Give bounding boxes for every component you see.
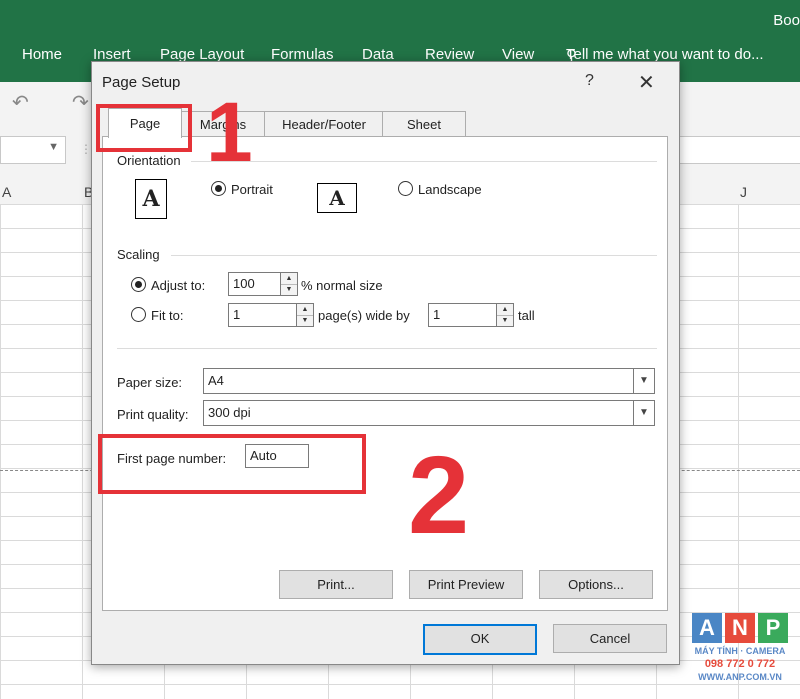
fit-wide-value: 1 [233, 307, 241, 322]
undo-icon[interactable]: ↶ [12, 90, 29, 115]
portrait-radio[interactable] [211, 181, 226, 196]
orientation-divider [191, 161, 657, 162]
step1-number: 1 [206, 85, 253, 179]
print-preview-button[interactable]: Print Preview [409, 570, 523, 599]
logo-phone: 098 772 0 772 [704, 658, 776, 670]
orientation-heading: Orientation [117, 153, 181, 168]
logo-tagline: MÁY TÍNH · CAMERA [694, 646, 786, 656]
fit-to-radio[interactable] [131, 307, 146, 322]
fit-to-label[interactable]: Fit to: [151, 308, 184, 323]
adjust-to-spinner[interactable]: 100 ▲ ▼ [228, 272, 298, 296]
tall-label: tall [518, 308, 535, 323]
print-quality-label: Print quality: [117, 407, 189, 422]
logo-letter-p: P [758, 613, 788, 643]
paper-size-select[interactable]: A4 ▼ [203, 368, 655, 394]
adjust-to-radio[interactable] [131, 277, 146, 292]
spin-down-icon[interactable]: ▼ [497, 315, 513, 326]
tab-home[interactable]: Home [22, 46, 62, 63]
chevron-down-icon[interactable]: ▼ [633, 369, 654, 393]
column-header-j[interactable]: J [740, 184, 747, 200]
ok-button[interactable]: OK [423, 624, 537, 655]
fit-tall-spin-buttons[interactable]: ▲ ▼ [496, 304, 513, 326]
redo-icon[interactable]: ↷ [72, 90, 89, 115]
name-box[interactable]: ▼ [0, 136, 66, 164]
fit-wide-spin-buttons[interactable]: ▲ ▼ [296, 304, 313, 326]
chevron-down-icon[interactable]: ▼ [48, 141, 59, 153]
portrait-label[interactable]: Portrait [231, 182, 273, 197]
window-title: Boo [773, 12, 800, 29]
normal-size-label: % normal size [301, 278, 383, 293]
close-icon[interactable]: ✕ [638, 70, 655, 95]
tab-page[interactable]: Page [108, 108, 182, 138]
step2-number: 2 [408, 434, 470, 557]
fit-wide-spinner[interactable]: 1 ▲ ▼ [228, 303, 314, 327]
scaling-divider [171, 255, 657, 256]
portrait-page-icon: A [135, 179, 167, 219]
options-button[interactable]: Options... [539, 570, 653, 599]
help-icon[interactable]: ? [585, 72, 594, 90]
scaling-heading: Scaling [117, 247, 160, 262]
adjust-to-value: 100 [233, 276, 255, 291]
landscape-radio[interactable] [398, 181, 413, 196]
landscape-page-icon: A [317, 183, 357, 213]
logo-website: WWW.ANP.COM.VN [698, 672, 782, 682]
page-tab-panel: Orientation A Portrait A Landscape Scali… [102, 136, 668, 611]
chevron-down-icon[interactable]: ▼ [633, 401, 654, 425]
step2-highlight-box [98, 434, 366, 494]
fit-tall-spinner[interactable]: 1 ▲ ▼ [428, 303, 514, 327]
dialog-title: Page Setup [102, 74, 181, 91]
print-quality-value: 300 dpi [208, 405, 251, 420]
paper-size-label: Paper size: [117, 375, 183, 390]
tab-header-footer[interactable]: Header/Footer [264, 111, 384, 137]
print-button[interactable]: Print... [279, 570, 393, 599]
column-header-a[interactable]: A [2, 184, 11, 200]
spin-down-icon[interactable]: ▼ [281, 284, 297, 295]
adjust-spin-buttons[interactable]: ▲ ▼ [280, 273, 297, 295]
paper-size-value: A4 [208, 373, 224, 388]
fit-tall-value: 1 [433, 307, 441, 322]
adjust-to-label[interactable]: Adjust to: [151, 278, 205, 293]
landscape-label[interactable]: Landscape [418, 182, 482, 197]
logo-letter-n: N [725, 613, 755, 643]
scaling-bottom-divider [117, 348, 657, 349]
cancel-button[interactable]: Cancel [553, 624, 667, 653]
pages-wide-label: page(s) wide by [318, 308, 410, 323]
spin-down-icon[interactable]: ▼ [297, 315, 313, 326]
logo-letter-a: A [692, 613, 722, 643]
tab-sheet[interactable]: Sheet [382, 111, 466, 137]
anp-watermark-logo: A N P MÁY TÍNH · CAMERA 098 772 0 772 WW… [692, 613, 788, 689]
print-quality-select[interactable]: 300 dpi ▼ [203, 400, 655, 426]
